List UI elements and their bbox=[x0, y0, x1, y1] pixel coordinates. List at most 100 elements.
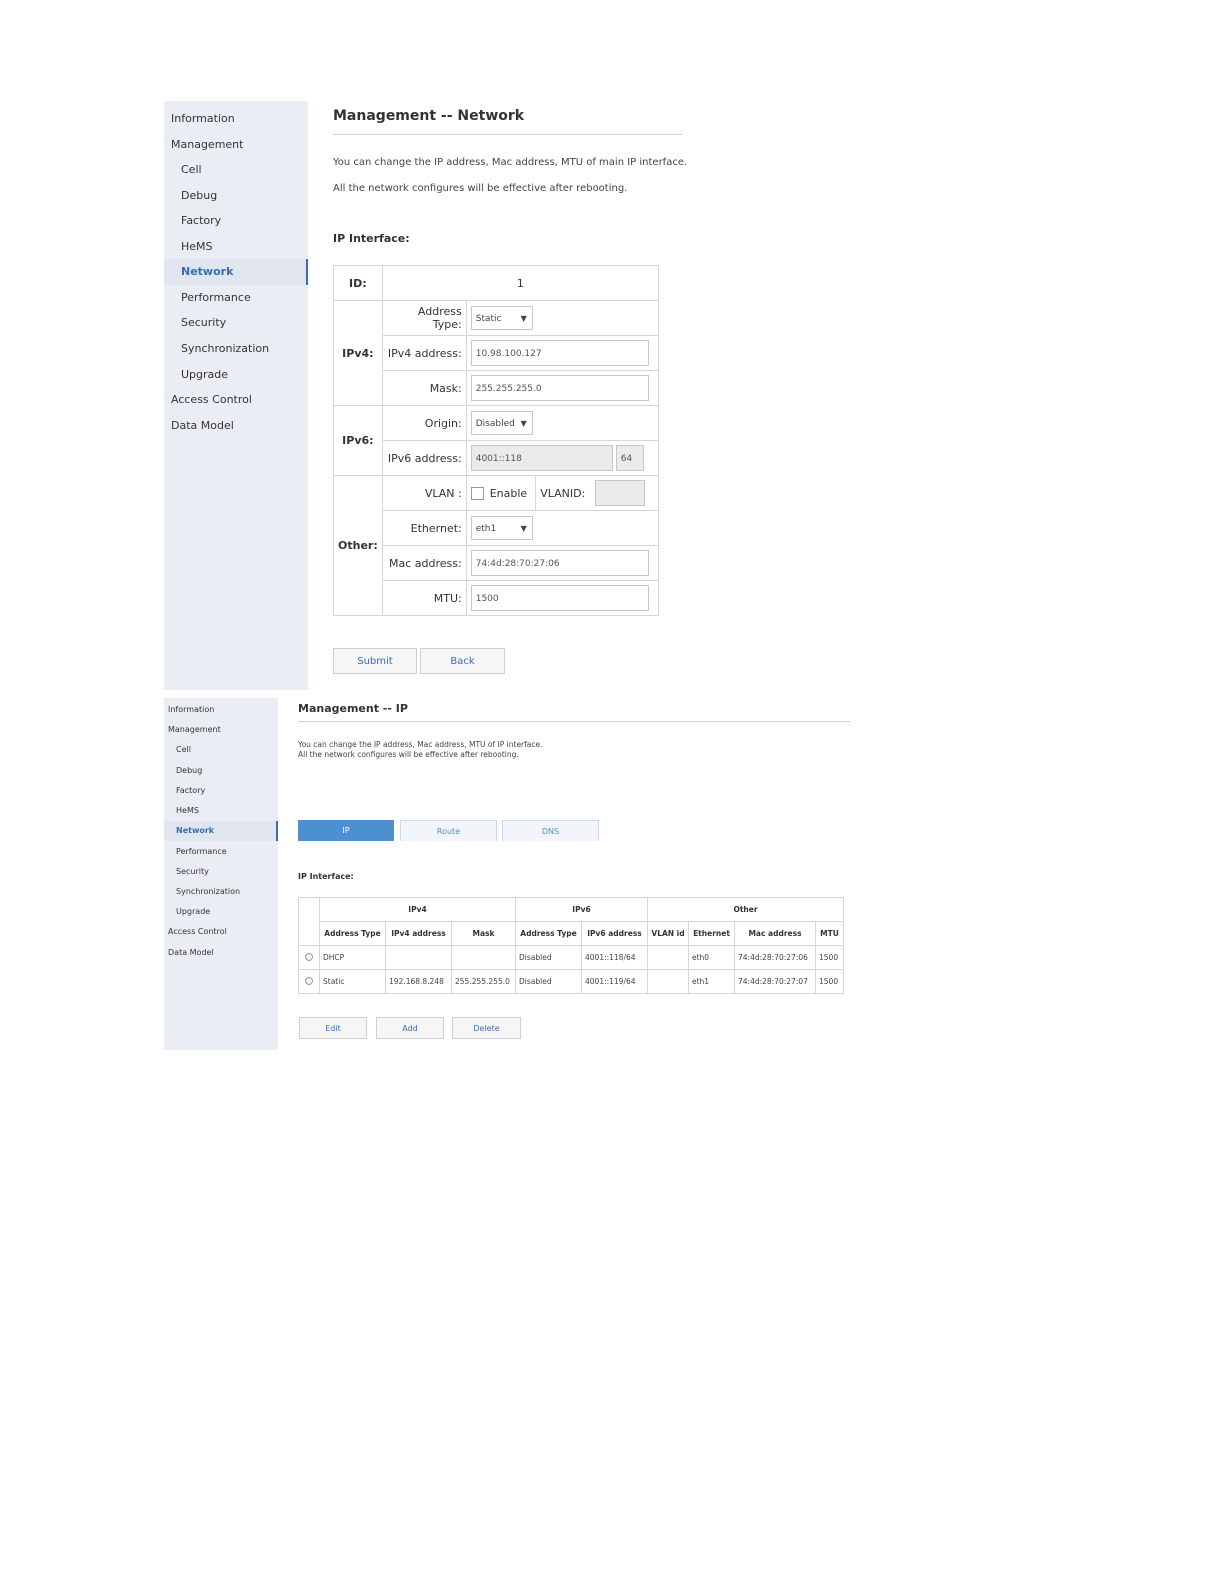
table-cell bbox=[451, 945, 516, 970]
sidebar-item-hems[interactable]: HeMS bbox=[164, 234, 308, 260]
select-column-header bbox=[298, 897, 320, 946]
table-cell bbox=[647, 969, 689, 994]
sidebar-item-data-model[interactable]: Data Model bbox=[164, 413, 308, 439]
address-type-label: Address Type: bbox=[381, 300, 467, 336]
sidebar-item-information[interactable]: Information bbox=[164, 700, 278, 720]
sidebar-item-synchronization[interactable]: Synchronization bbox=[164, 336, 308, 362]
table-cell: 74:4d:28:70:27:06 bbox=[734, 945, 816, 970]
sidebar-item-factory[interactable]: Factory bbox=[164, 208, 308, 234]
table-cell: Disabled bbox=[515, 969, 582, 994]
description-line-2: All the network configures will be effec… bbox=[298, 750, 519, 759]
ethernet-label: Ethernet: bbox=[381, 510, 467, 546]
table-cell: 74:4d:28:70:27:07 bbox=[734, 969, 816, 994]
tab-route[interactable]: Route bbox=[400, 820, 497, 841]
sidebar: Information Management Cell Debug Factor… bbox=[164, 101, 308, 690]
sidebar-item-upgrade[interactable]: Upgrade bbox=[164, 902, 278, 922]
sidebar-item-cell[interactable]: Cell bbox=[164, 157, 308, 183]
column-header: Mac address bbox=[734, 921, 816, 946]
sidebar-item-upgrade[interactable]: Upgrade bbox=[164, 362, 308, 388]
mask-label: Mask: bbox=[381, 370, 467, 406]
vlanid-input[interactable] bbox=[595, 480, 646, 506]
sidebar-item-data-model[interactable]: Data Model bbox=[164, 943, 278, 963]
ethernet-value: eth1 bbox=[475, 524, 497, 534]
ipv6-prefix-input[interactable]: 64 bbox=[615, 445, 644, 471]
table-cell: eth0 bbox=[688, 945, 735, 970]
column-header: Ethernet bbox=[688, 921, 735, 946]
column-header: VLAN id bbox=[647, 921, 689, 946]
origin-label: Origin: bbox=[381, 405, 467, 441]
table-cell: 192.168.8.248 bbox=[385, 969, 452, 994]
tab-ip[interactable]: IP bbox=[298, 820, 394, 841]
sidebar-item-network[interactable]: Network bbox=[164, 821, 278, 841]
column-header: IPv6 address bbox=[581, 921, 648, 946]
sidebar: Information Management Cell Debug Factor… bbox=[164, 698, 278, 1050]
column-header: Address Type bbox=[515, 921, 582, 946]
table-row[interactable]: Static 192.168.8.248 255.255.255.0 Disab… bbox=[298, 969, 844, 994]
chevron-down-icon: ▼ bbox=[520, 524, 527, 533]
address-type-select[interactable]: Static ▼ bbox=[470, 306, 533, 330]
vlan-label: VLAN : bbox=[381, 475, 467, 511]
submit-button[interactable]: Submit bbox=[333, 648, 417, 674]
description-line-1: You can change the IP address, Mac addre… bbox=[298, 740, 543, 749]
vlan-enable-label: Enable bbox=[489, 486, 528, 500]
mac-address-label: Mac address: bbox=[381, 545, 467, 581]
sidebar-item-performance[interactable]: Performance bbox=[164, 842, 278, 862]
vlan-enable-checkbox[interactable] bbox=[470, 486, 484, 500]
sidebar-item-debug[interactable]: Debug bbox=[164, 183, 308, 209]
address-type-value: Static bbox=[475, 314, 502, 324]
tab-dns[interactable]: DNS bbox=[502, 820, 599, 841]
description-line-1: You can change the IP address, Mac addre… bbox=[333, 157, 688, 168]
table-cell: Disabled bbox=[515, 945, 582, 970]
table-cell: 1500 bbox=[815, 945, 844, 970]
table-cell: 1500 bbox=[815, 969, 844, 994]
sidebar-item-security[interactable]: Security bbox=[164, 310, 308, 336]
table-cell bbox=[647, 945, 689, 970]
chevron-down-icon: ▼ bbox=[520, 314, 527, 323]
row-select-radio[interactable] bbox=[305, 952, 313, 961]
ip-interface-table: IPv4 IPv6 Other Address Type IPv4 addres… bbox=[298, 897, 844, 994]
table-cell: 4001::118/64 bbox=[581, 945, 648, 970]
ipv6-address-label: IPv6 address: bbox=[381, 440, 467, 476]
page-title: Management -- Network bbox=[333, 108, 525, 124]
table-row[interactable]: DHCP Disabled 4001::118/64 eth0 74:4d:28… bbox=[298, 945, 844, 970]
page-title: Management -- IP bbox=[298, 702, 408, 715]
sidebar-item-synchronization[interactable]: Synchronization bbox=[164, 882, 278, 902]
sidebar-item-factory[interactable]: Factory bbox=[164, 781, 278, 801]
add-button[interactable]: Add bbox=[376, 1017, 444, 1039]
column-header: MTU bbox=[815, 921, 844, 946]
sidebar-item-network[interactable]: Network bbox=[164, 259, 308, 285]
row-select-radio[interactable] bbox=[305, 976, 313, 985]
vlan-divider bbox=[535, 475, 537, 511]
group-header-ipv6: IPv6 bbox=[515, 897, 648, 922]
sidebar-item-hems[interactable]: HeMS bbox=[164, 801, 278, 821]
sidebar-item-management[interactable]: Management bbox=[164, 720, 278, 740]
mtu-input[interactable]: 1500 bbox=[470, 585, 649, 611]
mac-address-input[interactable]: 74:4d:28:70:27:06 bbox=[470, 550, 649, 576]
id-value: 1 bbox=[381, 265, 660, 301]
ipv4-group-label: IPv4: bbox=[333, 300, 383, 406]
chevron-down-icon: ▼ bbox=[520, 419, 527, 428]
vlanid-label: VLANID: bbox=[540, 486, 586, 500]
sidebar-item-cell[interactable]: Cell bbox=[164, 740, 278, 760]
ethernet-select[interactable]: eth1 ▼ bbox=[470, 516, 533, 540]
mask-input[interactable]: 255.255.255.0 bbox=[470, 375, 649, 401]
id-label: ID: bbox=[333, 265, 383, 301]
sidebar-item-information[interactable]: Information bbox=[164, 106, 308, 132]
sidebar-item-access-control[interactable]: Access Control bbox=[164, 922, 278, 942]
description-line-2: All the network configures will be effec… bbox=[333, 183, 628, 194]
sidebar-item-performance[interactable]: Performance bbox=[164, 285, 308, 311]
edit-button[interactable]: Edit bbox=[299, 1017, 367, 1039]
sidebar-item-management[interactable]: Management bbox=[164, 132, 308, 158]
ipv6-address-input[interactable]: 4001::118 bbox=[470, 445, 613, 471]
column-header: IPv4 address bbox=[385, 921, 452, 946]
ipv4-address-input[interactable]: 10.98.100.127 bbox=[470, 340, 649, 366]
sidebar-item-access-control[interactable]: Access Control bbox=[164, 387, 308, 413]
title-divider bbox=[333, 134, 682, 135]
sidebar-item-security[interactable]: Security bbox=[164, 862, 278, 882]
origin-select[interactable]: Disabled ▼ bbox=[470, 411, 533, 435]
group-header-other: Other bbox=[647, 897, 844, 922]
delete-button[interactable]: Delete bbox=[452, 1017, 521, 1039]
ip-interface-form: ID: 1 IPv4: Address Type: Static ▼ IPv4 a… bbox=[333, 265, 660, 616]
back-button[interactable]: Back bbox=[420, 648, 505, 674]
sidebar-item-debug[interactable]: Debug bbox=[164, 761, 278, 781]
